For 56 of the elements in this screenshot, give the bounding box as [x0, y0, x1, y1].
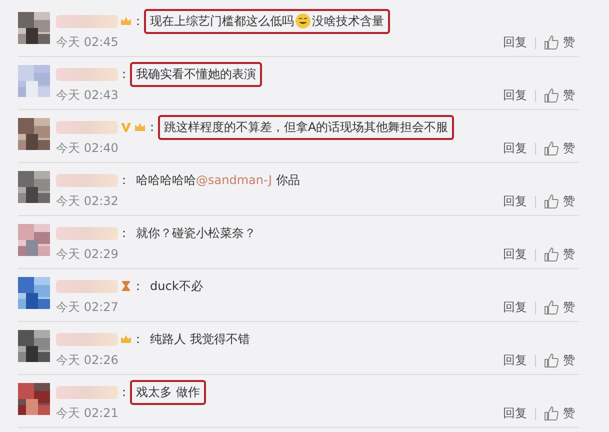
timestamp: 今天 02:45 — [56, 34, 118, 51]
crown-icon — [120, 333, 132, 345]
colon-text: ： — [132, 278, 144, 294]
v-icon — [120, 121, 132, 133]
timestamp: 今天 02:40 — [56, 140, 118, 157]
comment-text: 我确实看不懂她的表演 — [136, 66, 256, 82]
reply-link[interactable]: 回复 — [503, 352, 527, 369]
reply-link[interactable]: 回复 — [503, 405, 527, 422]
comment-text: 就你？碰瓷小松菜奈？ — [136, 224, 256, 242]
thumbs-up-icon[interactable] — [544, 88, 559, 103]
comment-text: 戏太多 做作 — [136, 384, 200, 400]
reply-link[interactable]: 回复 — [503, 140, 527, 157]
thumbs-up-icon[interactable] — [544, 194, 559, 209]
crown-icon — [134, 121, 146, 133]
timestamp: 今天 02:43 — [56, 87, 118, 104]
reply-link[interactable]: 回复 — [503, 34, 527, 51]
colon-text: ： — [132, 330, 144, 348]
like-link[interactable]: 赞 — [563, 405, 575, 422]
comment-text: 纯路人 我觉得不错 — [150, 330, 250, 348]
like-link[interactable]: 赞 — [563, 87, 575, 104]
comment-text: 哈哈哈哈哈 — [136, 172, 196, 188]
like-link[interactable]: 赞 — [563, 299, 575, 316]
timestamp: 今天 02:21 — [56, 405, 118, 422]
thumbs-up-icon[interactable] — [544, 247, 559, 262]
comment-text: duck不必 — [150, 278, 203, 294]
colon-text: ： — [132, 12, 144, 30]
reply-link[interactable]: 回复 — [503, 193, 527, 210]
thumbs-up-icon[interactable] — [544, 141, 559, 156]
timestamp: 今天 02:26 — [56, 352, 118, 369]
like-link[interactable]: 赞 — [563, 352, 575, 369]
hourglass-icon — [120, 280, 132, 292]
thumbs-up-icon[interactable] — [544, 406, 559, 421]
timestamp: 今天 02:27 — [56, 299, 118, 316]
thumbs-up-icon[interactable] — [544, 35, 559, 50]
reply-link[interactable]: 回复 — [503, 246, 527, 263]
colon-text: ： — [146, 118, 158, 136]
comment-text: 你品 — [274, 172, 300, 188]
thumbs-up-icon[interactable] — [544, 353, 559, 368]
comment-text: 跳这样程度的不算差，但拿A的话现场其他舞担会不服 — [164, 118, 448, 136]
colon-text: ： — [118, 224, 130, 242]
thumbs-up-icon[interactable] — [544, 300, 559, 315]
colon-text: ： — [118, 384, 130, 400]
like-link[interactable]: 赞 — [563, 246, 575, 263]
comment-text: 没啥技术含量 — [312, 12, 384, 30]
crown-icon — [120, 15, 132, 27]
timestamp: 今天 02:29 — [56, 246, 118, 263]
colon-text: ： — [118, 172, 130, 188]
like-link[interactable]: 赞 — [563, 193, 575, 210]
comment-text: 现在上综艺门槛都这么低吗 — [150, 12, 294, 30]
reply-link[interactable]: 回复 — [503, 299, 527, 316]
like-link[interactable]: 赞 — [563, 34, 575, 51]
smiley-icon — [295, 13, 311, 29]
colon-text: ： — [118, 66, 130, 82]
like-link[interactable]: 赞 — [563, 140, 575, 157]
timestamp: 今天 02:32 — [56, 193, 118, 210]
reply-link[interactable]: 回复 — [503, 87, 527, 104]
